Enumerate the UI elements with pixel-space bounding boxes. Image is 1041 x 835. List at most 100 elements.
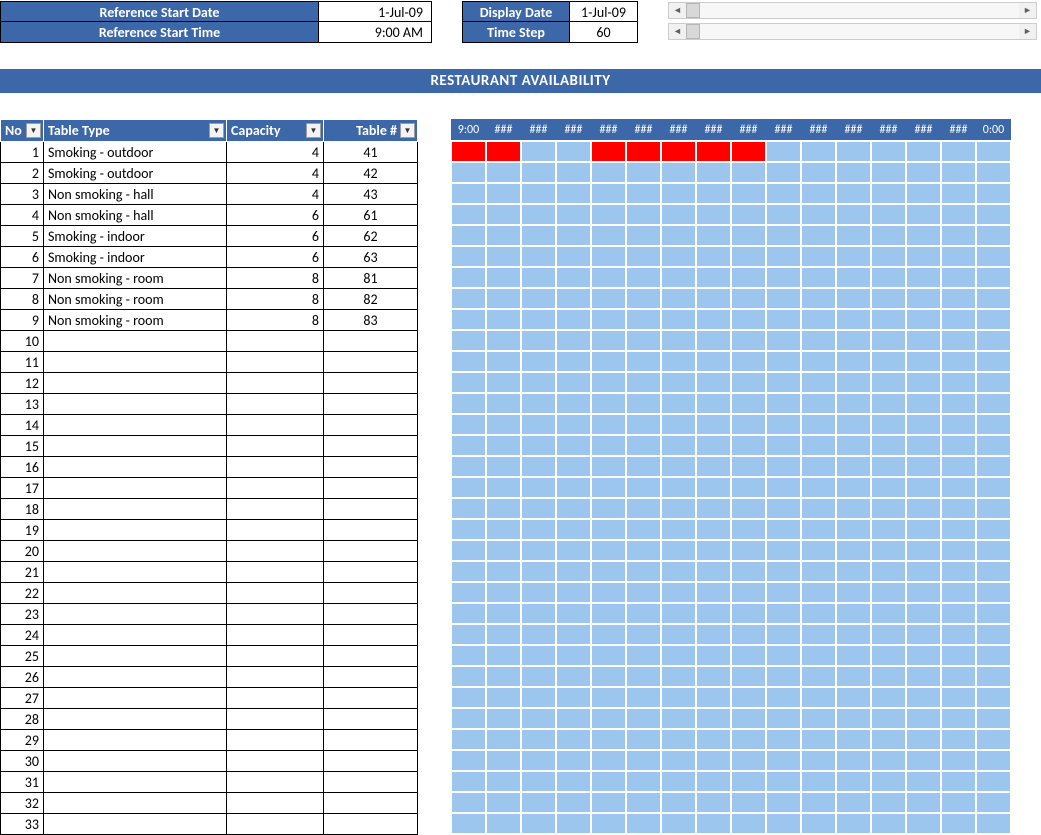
availability-cell[interactable] (766, 645, 801, 666)
availability-cell[interactable] (836, 456, 871, 477)
availability-cell[interactable] (906, 162, 941, 183)
availability-cell[interactable] (731, 519, 766, 540)
availability-cell[interactable] (556, 309, 591, 330)
availability-cell[interactable] (941, 750, 976, 771)
cell-table-num[interactable] (324, 562, 418, 583)
availability-cell[interactable] (906, 540, 941, 561)
availability-cell[interactable] (696, 288, 731, 309)
availability-cell[interactable] (591, 162, 626, 183)
availability-cell[interactable] (556, 687, 591, 708)
availability-cell[interactable] (696, 792, 731, 813)
availability-cell[interactable] (871, 288, 906, 309)
availability-cell[interactable] (521, 645, 556, 666)
availability-cell[interactable] (451, 435, 486, 456)
availability-cell[interactable] (941, 603, 976, 624)
availability-cell[interactable] (871, 372, 906, 393)
cell-table-num[interactable] (324, 394, 418, 415)
availability-cell[interactable] (836, 414, 871, 435)
cell-table-type[interactable] (44, 499, 227, 520)
scrollbar-1[interactable]: ◄ ► (668, 2, 1037, 19)
availability-cell[interactable] (486, 645, 521, 666)
availability-cell[interactable] (976, 288, 1011, 309)
availability-cell[interactable] (486, 519, 521, 540)
availability-cell[interactable] (766, 246, 801, 267)
availability-cell[interactable] (976, 624, 1011, 645)
cell-table-num[interactable]: 62 (324, 226, 418, 247)
cell-no[interactable]: 30 (1, 751, 44, 772)
availability-cell[interactable] (836, 393, 871, 414)
cell-table-num[interactable] (324, 373, 418, 394)
cell-capacity[interactable] (227, 751, 324, 772)
availability-cell[interactable] (906, 267, 941, 288)
table-row[interactable]: 23 (1, 604, 418, 625)
scroll-right-icon[interactable]: ► (1019, 24, 1036, 39)
availability-cell[interactable] (521, 246, 556, 267)
availability-cell[interactable] (871, 540, 906, 561)
availability-cell[interactable] (486, 687, 521, 708)
availability-cell[interactable] (661, 183, 696, 204)
availability-cell[interactable] (661, 750, 696, 771)
availability-cell[interactable] (731, 750, 766, 771)
cell-table-type[interactable] (44, 394, 227, 415)
cell-table-type[interactable] (44, 352, 227, 373)
availability-cell[interactable] (941, 498, 976, 519)
table-row[interactable]: 18 (1, 499, 418, 520)
cell-table-type[interactable] (44, 646, 227, 667)
table-row[interactable]: 32 (1, 793, 418, 814)
availability-cell[interactable] (451, 582, 486, 603)
cell-capacity[interactable] (227, 814, 324, 835)
availability-cell[interactable] (766, 351, 801, 372)
availability-cell[interactable] (976, 267, 1011, 288)
cell-capacity[interactable]: 6 (227, 226, 324, 247)
availability-cell[interactable] (696, 561, 731, 582)
availability-cell[interactable] (696, 477, 731, 498)
availability-cell[interactable] (591, 435, 626, 456)
availability-cell[interactable] (486, 162, 521, 183)
availability-cell[interactable] (696, 162, 731, 183)
cell-table-num[interactable] (324, 814, 418, 835)
availability-cell[interactable] (521, 141, 556, 162)
availability-cell[interactable] (696, 771, 731, 792)
availability-cell[interactable] (906, 456, 941, 477)
cell-capacity[interactable]: 6 (227, 205, 324, 226)
scroll-thumb[interactable] (686, 24, 700, 39)
table-row[interactable]: 21 (1, 562, 418, 583)
availability-cell[interactable] (836, 372, 871, 393)
availability-cell[interactable] (451, 414, 486, 435)
availability-cell[interactable] (591, 267, 626, 288)
availability-cell[interactable] (696, 456, 731, 477)
availability-cell[interactable] (801, 561, 836, 582)
cell-table-type[interactable] (44, 709, 227, 730)
table-row[interactable]: 16 (1, 457, 418, 478)
availability-cell[interactable] (696, 204, 731, 225)
availability-cell[interactable] (591, 750, 626, 771)
availability-cell[interactable] (731, 204, 766, 225)
availability-cell[interactable] (836, 435, 871, 456)
cell-capacity[interactable] (227, 667, 324, 688)
availability-cell[interactable] (976, 246, 1011, 267)
availability-cell[interactable] (591, 183, 626, 204)
availability-cell[interactable] (486, 372, 521, 393)
availability-cell[interactable] (556, 330, 591, 351)
availability-cell[interactable] (906, 708, 941, 729)
filter-dropdown-icon[interactable]: ▼ (400, 123, 415, 138)
cell-table-num[interactable]: 41 (324, 142, 418, 163)
availability-cell[interactable] (766, 456, 801, 477)
availability-cell[interactable] (731, 288, 766, 309)
availability-cell[interactable] (591, 288, 626, 309)
cell-table-num[interactable] (324, 793, 418, 814)
availability-cell[interactable] (521, 561, 556, 582)
availability-cell[interactable] (696, 687, 731, 708)
availability-cell[interactable] (906, 141, 941, 162)
availability-cell[interactable] (731, 330, 766, 351)
availability-cell[interactable] (626, 477, 661, 498)
availability-cell[interactable] (626, 771, 661, 792)
cell-capacity[interactable]: 4 (227, 142, 324, 163)
cell-capacity[interactable]: 8 (227, 310, 324, 331)
availability-cell[interactable] (521, 624, 556, 645)
availability-cell[interactable] (591, 477, 626, 498)
cell-capacity[interactable] (227, 562, 324, 583)
availability-cell[interactable] (661, 771, 696, 792)
availability-cell[interactable] (941, 582, 976, 603)
table-row[interactable]: 1Smoking - outdoor441 (1, 142, 418, 163)
